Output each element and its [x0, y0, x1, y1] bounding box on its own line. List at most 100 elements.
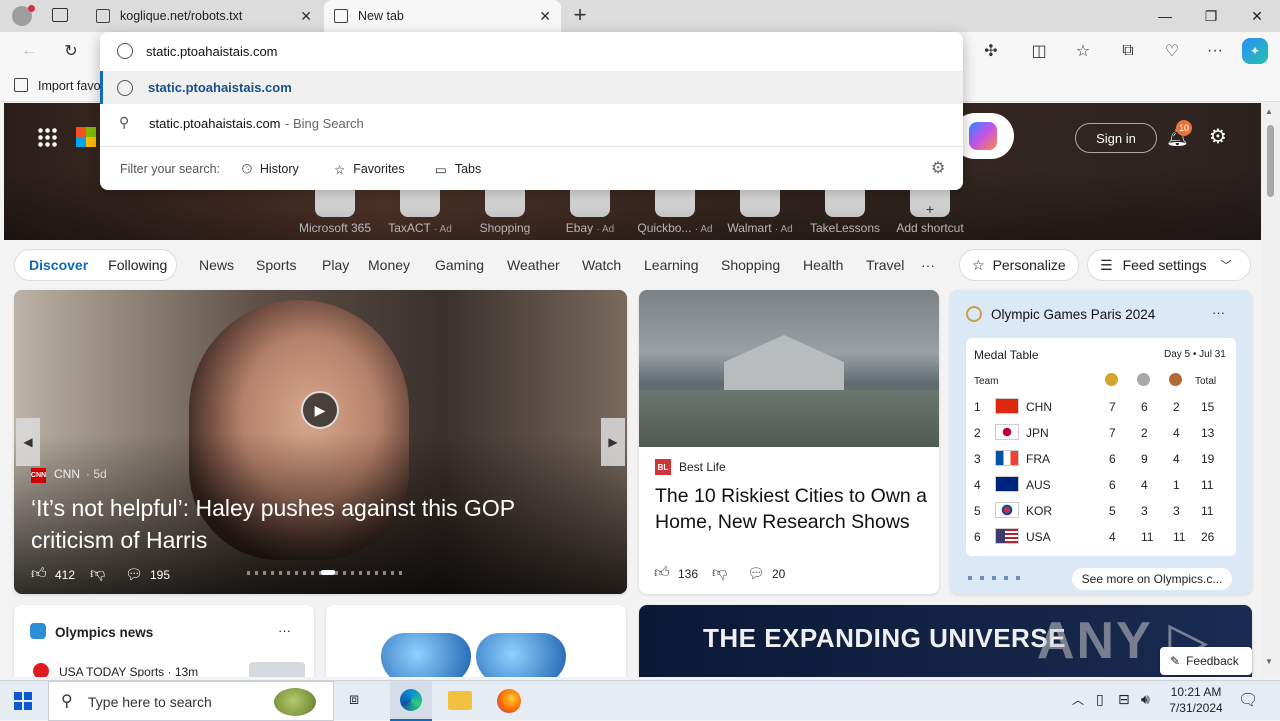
main-story-card[interactable]: ▶ ◀ ▶ CNN CNN · 5d ‘It’s not helpful’: H…	[14, 290, 627, 594]
bronze-count: 4	[1173, 426, 1180, 440]
story-card-best-life[interactable]: BL Best Life The 10 Riskiest Cities to O…	[639, 290, 939, 594]
extensions-icon[interactable]: ✣	[976, 36, 1006, 66]
tab-new-tab[interactable]: New tab ✕	[324, 0, 561, 32]
sunglasses-ad-card[interactable]	[326, 605, 626, 677]
divider	[100, 146, 963, 147]
nav-sports[interactable]: Sports	[256, 257, 296, 273]
windows-start-icon[interactable]	[14, 692, 32, 710]
widget-more-icon[interactable]: ···	[1212, 305, 1225, 320]
shortcut-microsoft365[interactable]: Microsoft 365	[293, 185, 377, 235]
search-settings-gear-icon[interactable]: ⚙	[931, 158, 945, 178]
nav-travel[interactable]: Travel	[866, 257, 904, 273]
minimize-button[interactable]: —	[1142, 0, 1188, 32]
silver-medal-icon	[1137, 373, 1150, 386]
copilot-icon[interactable]: ✦	[1242, 38, 1268, 64]
shortcut-shopping[interactable]: Shopping	[463, 185, 547, 235]
address-input[interactable]	[146, 38, 926, 64]
settings-more-icon[interactable]: ···	[1200, 36, 1230, 66]
scroll-down-arrow[interactable]: ▼	[1265, 657, 1273, 666]
nav-money[interactable]: Money	[368, 257, 410, 273]
device-icon[interactable]: ▯	[1096, 691, 1104, 708]
restore-button[interactable]: ❐	[1188, 0, 1234, 32]
widget-title[interactable]: Olympic Games Paris 2024	[991, 307, 1155, 322]
suggestion-row-selected[interactable]: static.ptoahaistais.com	[100, 71, 963, 104]
close-tab-icon[interactable]: ✕	[300, 8, 312, 25]
shortcut-quickbooks[interactable]: Quickbo... · Ad	[633, 185, 717, 235]
nav-gaming[interactable]: Gaming	[435, 257, 484, 273]
network-icon[interactable]: ⊟	[1118, 691, 1130, 708]
nav-weather[interactable]: Weather	[507, 257, 560, 273]
card-more-icon[interactable]: ···	[278, 623, 291, 638]
feed-settings-button[interactable]: ☰ Feed settings ﹀	[1087, 249, 1251, 281]
personalize-button[interactable]: ☆ Personalize	[959, 249, 1079, 281]
scrollbar-thumb[interactable]	[1267, 125, 1274, 197]
scroll-up-arrow[interactable]: ▲	[1265, 107, 1273, 116]
filter-tabs-button[interactable]: ▭ Tabs	[435, 158, 481, 180]
taskbar-edge-button[interactable]	[390, 681, 432, 721]
nav-health[interactable]: Health	[803, 257, 843, 273]
performance-icon[interactable]: ♡	[1157, 36, 1187, 66]
split-screen-icon[interactable]: ◫	[1024, 36, 1054, 66]
feedback-button[interactable]: ✎ Feedback	[1160, 647, 1252, 675]
see-more-olympics-link[interactable]: See more on Olympics.c...	[1072, 568, 1232, 590]
page-settings-gear-icon[interactable]: ⚙	[1206, 125, 1230, 149]
tab-title: New tab	[358, 9, 404, 23]
nav-play[interactable]: Play	[322, 257, 349, 273]
star-icon: ☆	[972, 256, 985, 273]
dislike-icon[interactable]: 👎︎	[90, 565, 105, 583]
tab-following[interactable]: Following	[108, 257, 167, 273]
taskbar-search-box[interactable]: ⚲ Type here to search	[48, 681, 334, 721]
nav-learning[interactable]: Learning	[644, 257, 699, 273]
story-headline[interactable]: ‘It’s not helpful’: Haley pushes against…	[31, 492, 591, 556]
import-favorites-link[interactable]: Import favo	[38, 79, 101, 93]
nav-shopping[interactable]: Shopping	[721, 257, 780, 273]
page-scrollbar[interactable]: ▲ ▼	[1261, 103, 1280, 677]
collections-icon[interactable]: ⧉	[1113, 36, 1143, 66]
nav-news[interactable]: News	[199, 257, 234, 273]
olympics-news-card[interactable]: Olympics news ··· USA TODAY Sports · 13m	[14, 605, 314, 677]
gold-count: 6	[1109, 478, 1116, 492]
clock-time: 10:21 AM	[1170, 685, 1222, 699]
task-view-icon[interactable]: ⧈	[349, 691, 359, 709]
carousel-next-button[interactable]: ▶	[601, 418, 625, 466]
tab-robots[interactable]: koglique.net/robots.txt ✕	[86, 0, 322, 32]
comment-icon[interactable]: 💬︎	[747, 565, 765, 582]
firefox-icon[interactable]	[497, 689, 521, 713]
shortcut-takelessons[interactable]: TakeLessons	[803, 185, 887, 235]
back-button[interactable]: ←	[14, 36, 44, 66]
shortcut-walmart[interactable]: Walmart · Ad	[718, 185, 802, 235]
medal-row: 4 AUS 6 4 1 11	[966, 472, 1226, 498]
nav-more-icon[interactable]: ···	[921, 257, 935, 273]
story-headline[interactable]: The 10 Riskiest Cities to Own a Home, Ne…	[655, 483, 930, 535]
play-video-icon[interactable]: ▶	[301, 391, 339, 429]
filter-favorites-button[interactable]: ☆ Favorites	[334, 158, 405, 180]
apps-grid-icon[interactable]	[37, 127, 57, 147]
like-icon[interactable]: 👍︎	[31, 565, 47, 583]
favorites-star-icon[interactable]: ☆	[1068, 36, 1098, 66]
show-hidden-icons-chevron-icon[interactable]: ︿	[1072, 691, 1084, 708]
shortcut-ebay[interactable]: Ebay · Ad	[548, 185, 632, 235]
sign-in-button[interactable]: Sign in	[1075, 123, 1157, 153]
close-window-button[interactable]: ✕	[1234, 0, 1280, 32]
dislike-icon[interactable]: 👎︎	[712, 564, 727, 582]
system-clock[interactable]: 10:21 AM 7/31/2024	[1164, 684, 1228, 716]
like-icon[interactable]: 👍︎	[654, 564, 670, 582]
carousel-prev-button[interactable]: ◀	[16, 418, 40, 466]
volume-icon[interactable]: 🔊︎	[1141, 691, 1150, 708]
comment-icon[interactable]: 💬︎	[125, 566, 143, 583]
notification-center-icon[interactable]: 🗨︎	[1238, 690, 1258, 710]
filter-history-button[interactable]: 🕓︎ History	[242, 158, 299, 180]
suggestion-row-bing[interactable]: ⚲ static.ptoahaistais.com - Bing Search	[100, 106, 963, 139]
new-tab-button[interactable]: +	[568, 4, 592, 28]
shortcut-add[interactable]: + Add shortcut	[888, 185, 972, 235]
shortcut-taxact[interactable]: TaxACT · Ad	[378, 185, 462, 235]
tab-discover[interactable]: Discover	[29, 257, 88, 273]
tab-actions-icon[interactable]	[52, 8, 68, 22]
medal-table[interactable]: Medal Table Day 5 • Jul 31 Team Total 1 …	[966, 338, 1236, 556]
star-icon: ☆	[334, 162, 346, 177]
widget-page-dots[interactable]	[968, 576, 1024, 580]
file-explorer-icon[interactable]	[448, 691, 472, 710]
nav-watch[interactable]: Watch	[582, 257, 621, 273]
refresh-button[interactable]: ↻	[56, 36, 86, 66]
close-tab-icon[interactable]: ✕	[539, 8, 551, 25]
